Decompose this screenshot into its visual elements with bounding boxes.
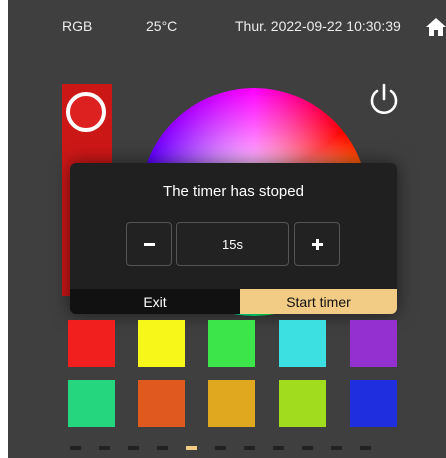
slider-knob[interactable] — [66, 92, 106, 132]
color-swatch[interactable] — [279, 320, 326, 367]
page-dot[interactable] — [244, 446, 255, 450]
page-dot[interactable] — [128, 446, 139, 450]
color-swatch[interactable] — [68, 380, 115, 427]
datetime-label: Thur. 2022-09-22 10:30:39 — [235, 18, 401, 34]
page-dot[interactable] — [273, 446, 284, 450]
color-swatch[interactable] — [68, 320, 115, 367]
page-dot[interactable] — [215, 446, 226, 450]
color-swatch[interactable] — [279, 380, 326, 427]
color-swatch[interactable] — [350, 320, 397, 367]
page-dot[interactable] — [99, 446, 110, 450]
temperature-label: 25°C — [146, 18, 178, 34]
page-dot[interactable] — [186, 446, 197, 450]
color-swatch[interactable] — [138, 320, 185, 367]
color-swatch[interactable] — [208, 380, 255, 427]
page-dot[interactable] — [70, 446, 81, 450]
start-timer-button[interactable]: Start timer — [240, 289, 397, 314]
color-swatch[interactable] — [350, 380, 397, 427]
page-dot[interactable] — [157, 446, 168, 450]
page-dot[interactable] — [360, 446, 371, 450]
home-icon[interactable] — [425, 16, 446, 38]
exit-button[interactable]: Exit — [70, 289, 240, 314]
color-swatch[interactable] — [138, 380, 185, 427]
increase-button[interactable] — [294, 222, 340, 266]
timer-dialog: The timer has stoped 15s Exit Start time… — [70, 163, 397, 314]
dialog-title: The timer has stoped — [163, 183, 304, 200]
decrease-button[interactable] — [126, 222, 172, 266]
power-icon[interactable] — [366, 82, 402, 118]
timer-value: 15s — [176, 222, 289, 266]
mode-label: RGB — [62, 18, 93, 34]
color-swatch[interactable] — [208, 320, 255, 367]
control-panel: RGB 25°C Thur. 2022-09-22 10:30:39 The t… — [8, 0, 446, 458]
page-dot[interactable] — [302, 446, 313, 450]
page-dot[interactable] — [331, 446, 342, 450]
